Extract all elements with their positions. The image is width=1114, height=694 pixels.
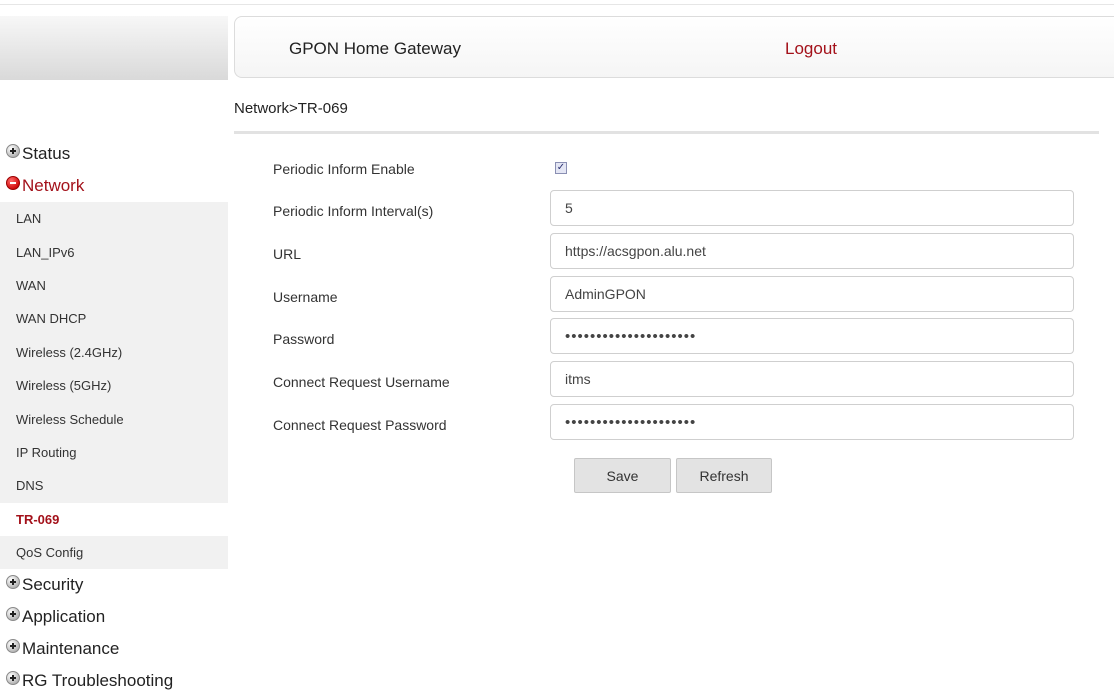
url-label: URL [273,246,302,262]
sidebar-section-label: Security [22,575,84,595]
sidebar-section-network[interactable]: Network [0,170,228,202]
sidebar-section-label: Maintenance [22,639,120,659]
breadcrumb: Network>TR-069 [234,100,348,117]
sidebar-item-dns[interactable]: DNS [0,469,228,503]
sidebar-section-label: Status [22,144,71,163]
sidebar-item-qos-config[interactable]: QoS Config [0,535,228,570]
url-input[interactable] [550,233,1074,269]
sidebar-item-wireless-5ghz[interactable]: Wireless (5GHz) [0,368,228,403]
periodic-inform-interval-input[interactable] [550,190,1074,226]
divider [234,131,1099,134]
sidebar-section-application[interactable]: Application [0,601,228,633]
sidebar-item-lan[interactable]: LAN [0,202,228,236]
periodic-inform-interval-label: Periodic Inform Interval(s) [273,203,434,219]
logout-link[interactable]: Logout [785,39,837,59]
sidebar-item-wireless-schedule[interactable]: Wireless Schedule [0,402,228,436]
connect-request-username-label: Connect Request Username [273,374,450,390]
connect-request-password-label: Connect Request Password [273,417,447,433]
sidebar-section-maintenance[interactable]: Maintenance [0,633,228,665]
plus-circle-icon [6,639,20,654]
periodic-inform-enable-label: Periodic Inform Enable [273,161,415,177]
sidebar-item-wireless-24ghz[interactable]: Wireless (2.4GHz) [0,335,228,369]
connect-request-username-input[interactable] [550,361,1074,397]
sidebar-section-label: Application [22,607,106,627]
plus-circle-icon [6,575,20,590]
sidebar-section-label: Network [22,176,85,195]
periodic-inform-enable-checkbox[interactable]: ✓ [555,162,567,174]
password-label: Password [273,331,335,347]
plus-circle-icon [6,144,20,158]
top-border [0,4,1114,5]
sidebar-item-lan-ipv6[interactable]: LAN_IPv6 [0,235,228,269]
refresh-button[interactable]: Refresh [676,458,772,493]
check-icon: ✓ [556,162,566,173]
brand-title: GPON Home Gateway [289,39,461,58]
sidebar-item-wan[interactable]: WAN [0,268,228,303]
sidebar-item-tr-069[interactable]: TR-069 [0,502,228,536]
save-button[interactable]: Save [574,458,671,493]
username-input[interactable] [550,276,1074,312]
sidebar-header [0,16,228,80]
sidebar-item-wan-dhcp[interactable]: WAN DHCP [0,302,228,336]
sidebar-item-ip-routing[interactable]: IP Routing [0,435,228,470]
sidebar-section-status[interactable]: Status [0,138,228,170]
top-header: GPON Home Gateway Logout [234,16,1114,78]
plus-circle-icon [6,671,20,686]
sidebar: Status Network LAN LAN_IPv6 WAN WAN DHCP… [0,138,228,694]
username-label: Username [273,289,338,305]
sidebar-section-security[interactable]: Security [0,569,228,601]
connect-request-password-input[interactable] [550,404,1074,440]
password-input[interactable] [550,318,1074,354]
plus-circle-icon [6,607,20,622]
sidebar-section-rg-troubleshooting[interactable]: RG Troubleshooting [0,665,228,694]
sidebar-section-label: RG Troubleshooting [22,671,174,691]
minus-circle-icon [6,176,20,190]
